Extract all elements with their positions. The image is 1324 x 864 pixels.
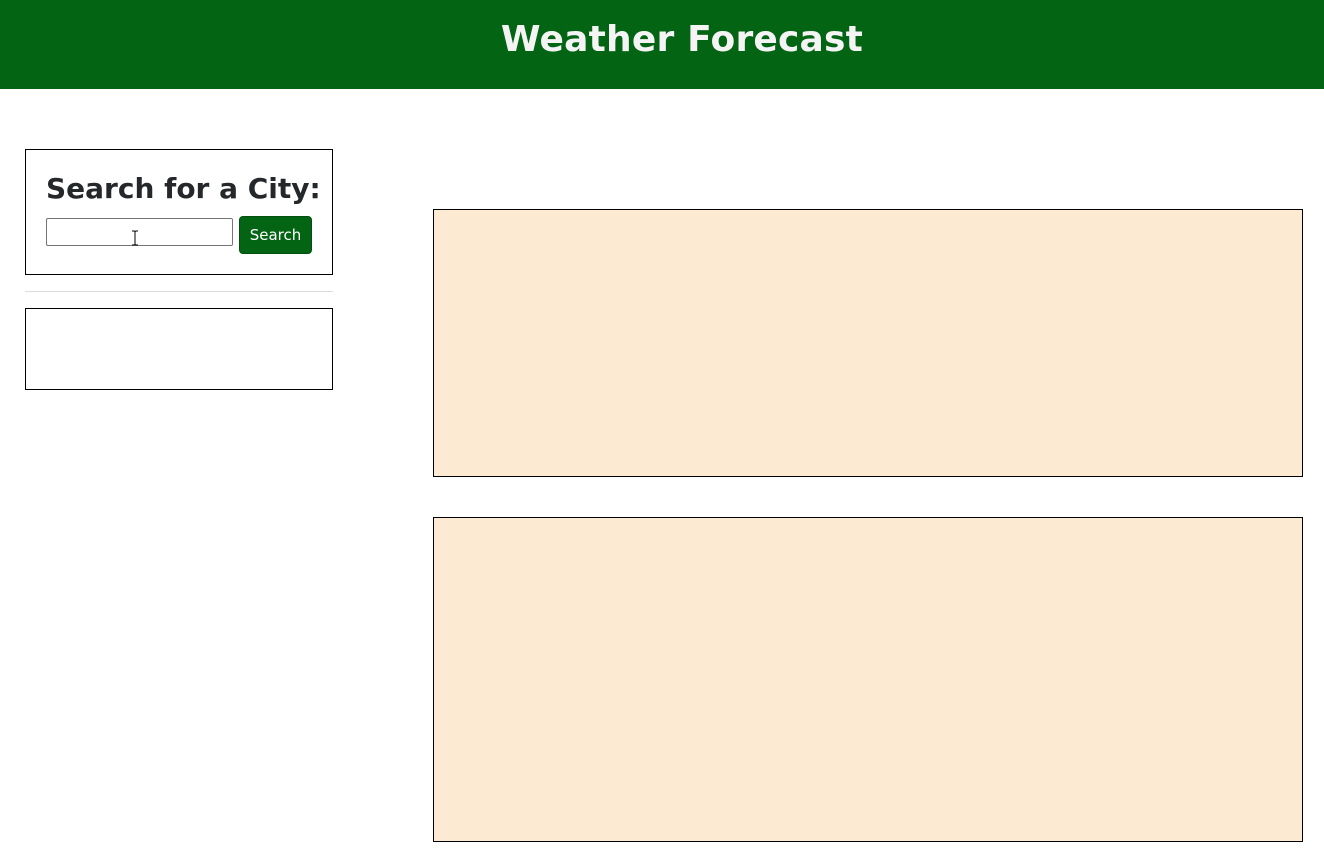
search-button[interactable]: Search	[239, 216, 312, 254]
sidebar-divider	[25, 291, 333, 292]
app-header: Weather Forecast	[0, 0, 1324, 89]
search-heading: Search for a City:	[46, 172, 321, 205]
current-weather-card	[433, 209, 1303, 477]
search-panel: Search for a City: Search	[25, 149, 333, 275]
search-history-list	[25, 308, 333, 390]
page-title: Weather Forecast	[500, 19, 864, 60]
city-search-input[interactable]	[46, 218, 233, 246]
five-day-forecast-card	[433, 517, 1303, 842]
